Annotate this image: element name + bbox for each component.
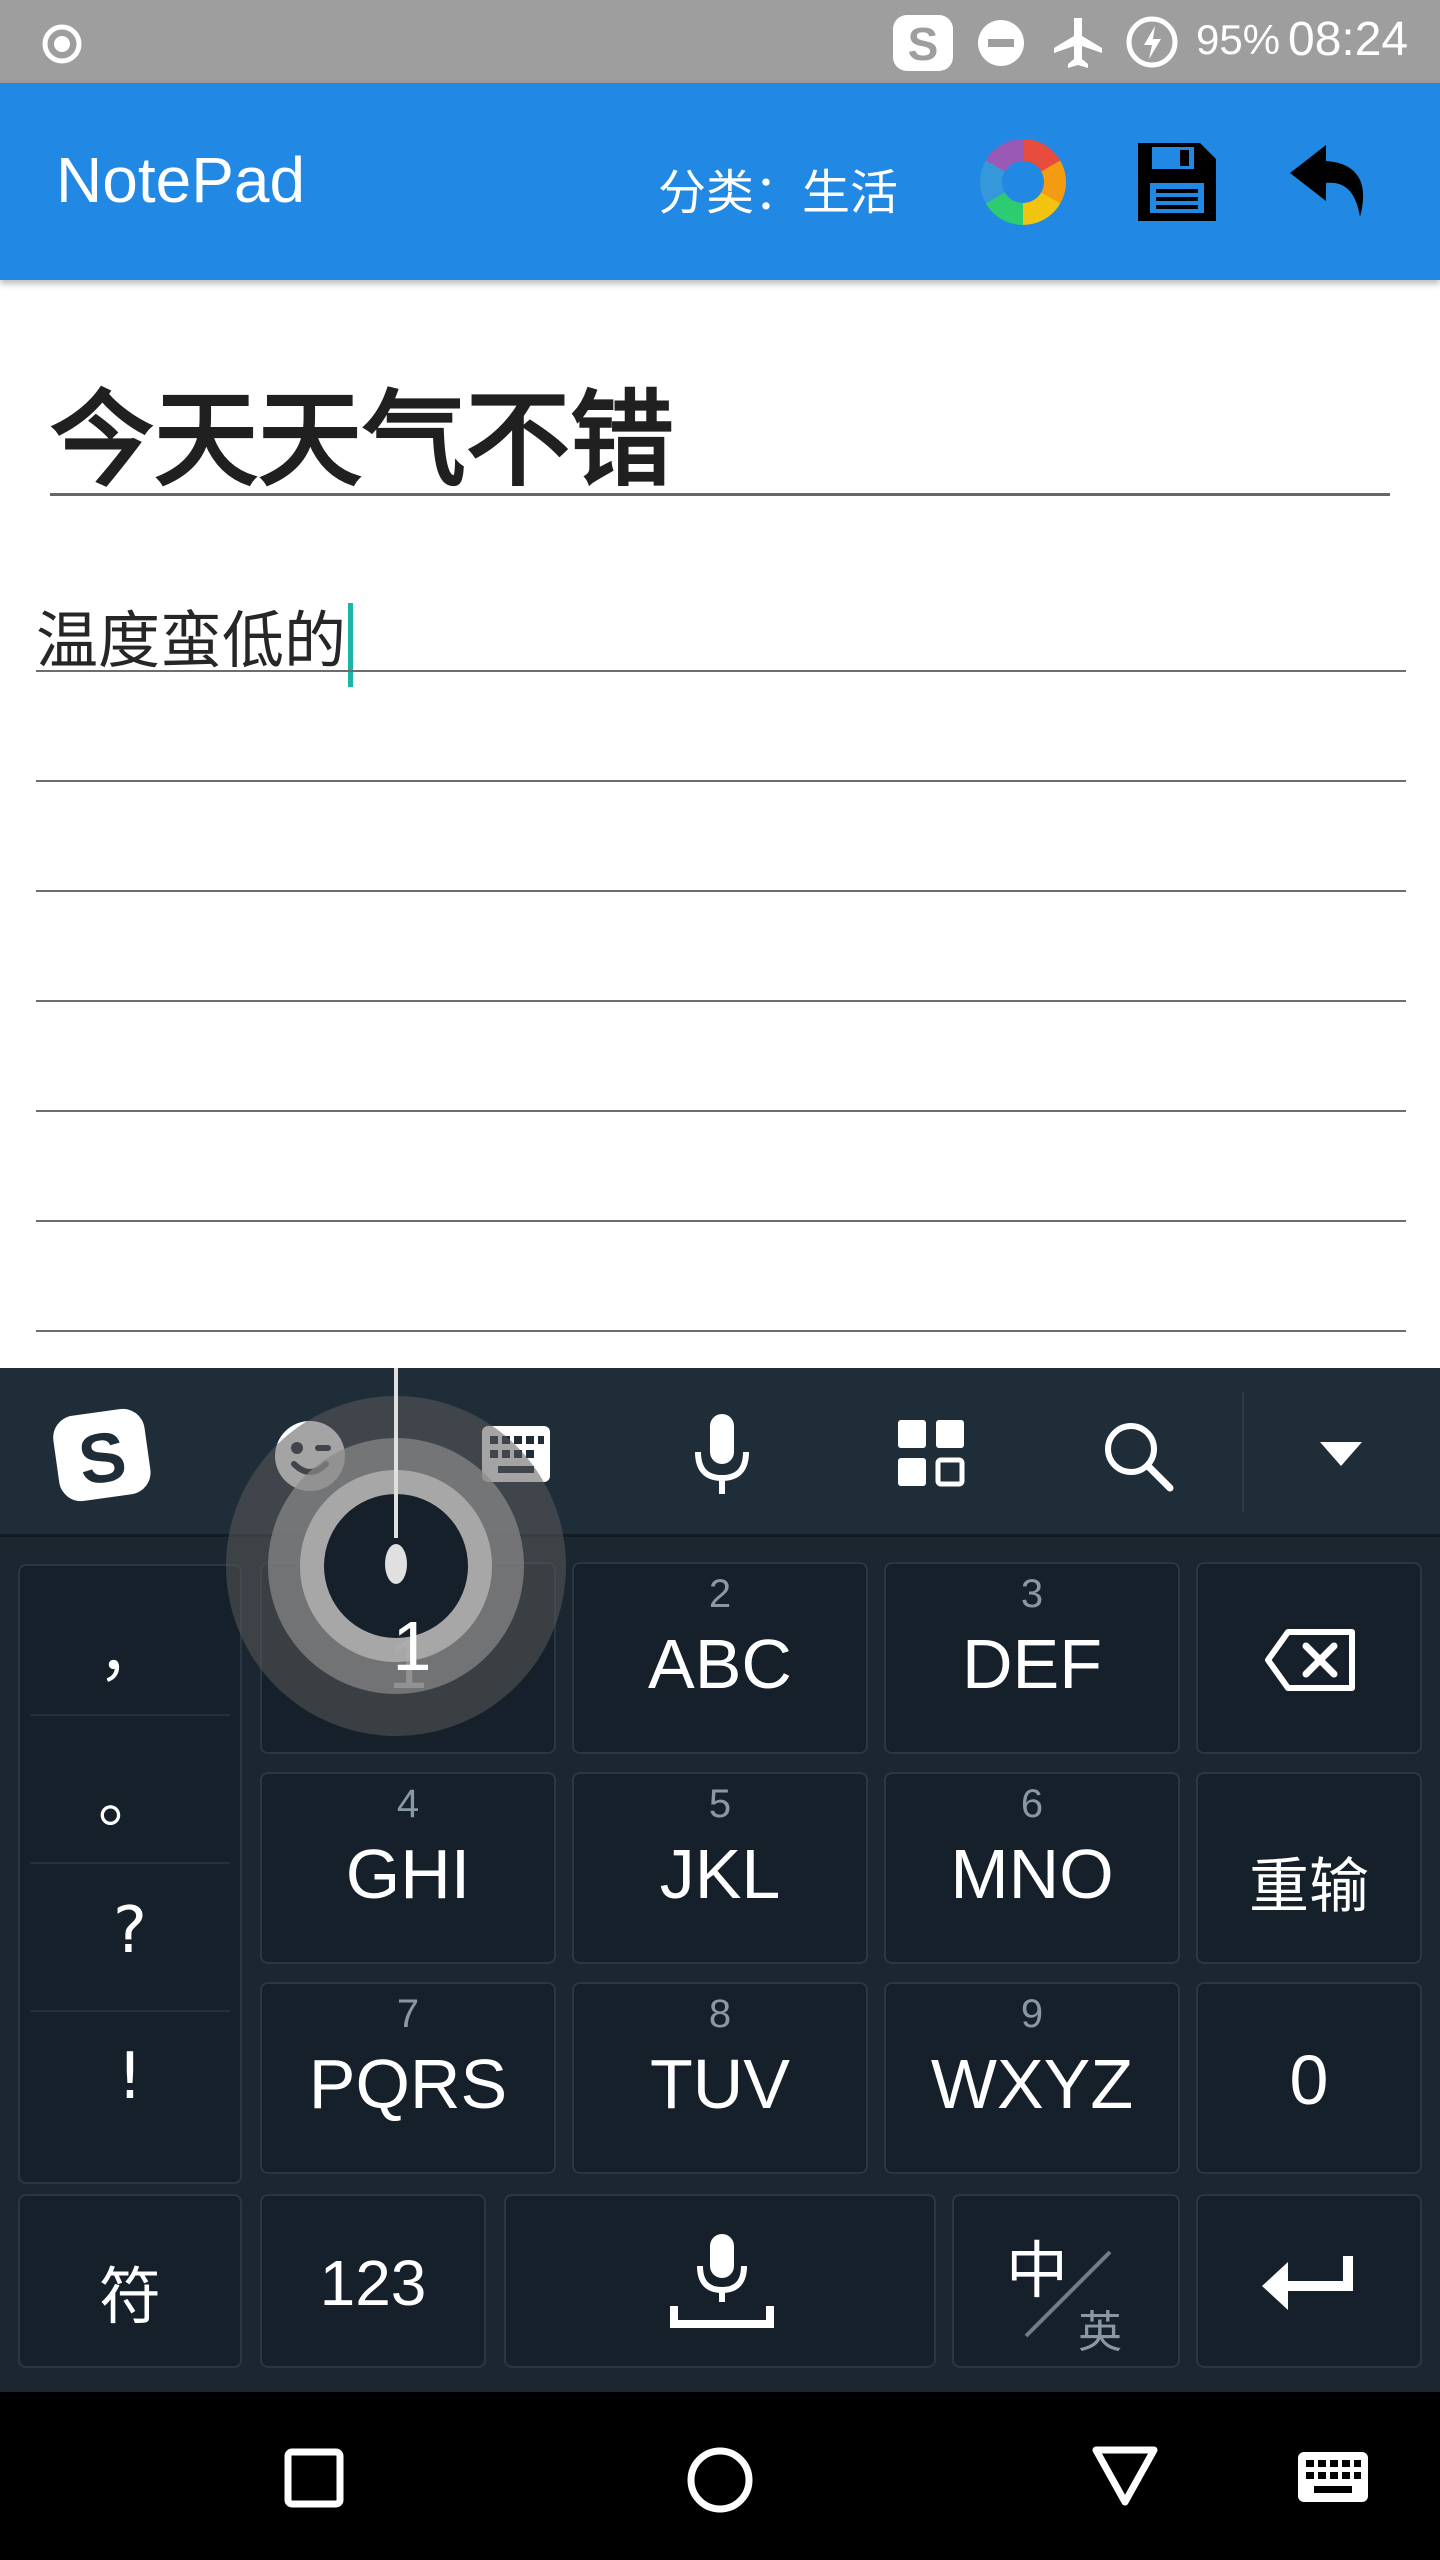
key-sub-label: 9 (1020, 1992, 1044, 2036)
enter-icon (1262, 2256, 1353, 2310)
ruled-line (36, 780, 1406, 782)
note-title-input[interactable]: 今天天气不错 (50, 345, 1390, 501)
language-switch-key[interactable]: 中 英 (952, 2194, 1180, 2368)
punct-comma-key[interactable]: ， (20, 1602, 240, 1694)
app-title: NotePad (56, 144, 306, 216)
key-sub-label: 5 (708, 1782, 732, 1826)
enter-key[interactable] (1196, 2194, 1422, 2368)
collapse-icon[interactable] (1318, 1440, 1364, 1468)
key-main-label: DEF (962, 1625, 1102, 1703)
battery-charging-icon (1126, 16, 1178, 68)
key-sub-label: 3 (1020, 1572, 1044, 1616)
ruled-line (36, 1220, 1406, 1222)
apps-icon[interactable] (896, 1418, 968, 1490)
sogou-icon: S (893, 15, 953, 71)
search-icon[interactable] (1100, 1418, 1176, 1494)
key-sub-label: 4 (396, 1782, 420, 1826)
key-tuv[interactable]: 8 TUV (572, 1982, 868, 2174)
key-main-label: 0 (1289, 2041, 1329, 2119)
backspace-icon (1265, 1629, 1355, 1691)
key-0[interactable]: 0 (1196, 1982, 1422, 2174)
mic-icon[interactable] (690, 1412, 754, 1500)
key-sub-label: 6 (1020, 1782, 1044, 1826)
key-main-label: PQRS (308, 2045, 508, 2123)
note-title-text: 今天天气不错 (50, 379, 675, 501)
lang-en-label: 英 (1078, 2308, 1122, 2357)
svg-text:S: S (908, 18, 939, 70)
space-mic-icon (670, 2234, 774, 2328)
ruled-line (36, 1330, 1406, 1332)
touch-indicator: 1 (226, 1368, 566, 1736)
ruled-line (36, 670, 1406, 672)
toolbar-divider (1242, 1392, 1244, 1512)
key-main-label: MNO (950, 1835, 1114, 1913)
punct-exclaim-key[interactable]: ! (20, 2040, 240, 2114)
recent-apps-icon[interactable] (284, 2448, 344, 2508)
key-main-label: GHI (345, 1835, 471, 1913)
navigation-bar (0, 2392, 1440, 2560)
numbers-label: 123 (319, 2247, 427, 2319)
backspace-key[interactable] (1196, 1562, 1422, 1754)
color-wheel-icon[interactable] (978, 137, 1068, 227)
ruled-line (36, 1000, 1406, 1002)
clock: 08:24 (1288, 13, 1409, 66)
battery-percentage: 95% (1196, 16, 1281, 63)
back-icon[interactable] (1090, 2444, 1160, 2508)
key-main-label: TUV (650, 2045, 790, 2123)
key-ghi[interactable]: 4 GHI (260, 1772, 556, 1964)
punctuation-column: ， 。 ? ! (18, 1564, 242, 2184)
keyboard-switch-icon[interactable] (1296, 2450, 1370, 2506)
key-pqrs[interactable]: 7 PQRS (260, 1982, 556, 2174)
punct-question-key[interactable]: ? (20, 1894, 240, 1968)
key-mno[interactable]: 6 MNO (884, 1772, 1180, 1964)
pressed-key-label: 1 (393, 1607, 432, 1685)
ruled-line (36, 1110, 1406, 1112)
key-main-label: JKL (659, 1835, 781, 1913)
app-bar: NotePad 分类：生活 (0, 83, 1440, 280)
divider (30, 2010, 230, 2012)
text-caret (348, 602, 354, 687)
ruled-line (36, 890, 1406, 892)
numbers-key[interactable]: 123 (260, 2194, 486, 2368)
save-icon[interactable] (1134, 139, 1220, 225)
key-sub-label: 7 (396, 1992, 420, 2036)
key-main-label: WXYZ (930, 2045, 1134, 2123)
keyboard-toolbar: S (0, 1368, 1440, 1537)
key-jkl[interactable]: 5 JKL (572, 1772, 868, 1964)
key-abc[interactable]: 2 ABC (572, 1562, 868, 1754)
airplane-icon (1054, 18, 1102, 68)
sogou-logo-icon[interactable]: S (50, 1406, 154, 1506)
ime-keyboard: S ， 。 ? ! 2 ABC 3 DEF 4 GHI 5 JKL 6 MNO … (0, 1368, 1440, 2392)
key-main-label: ABC (648, 1625, 792, 1703)
key-def[interactable]: 3 DEF (884, 1562, 1180, 1754)
key-wxyz[interactable]: 9 WXYZ (884, 1982, 1180, 2174)
note-body-content: 温度蛮低的 (36, 604, 347, 677)
dnd-icon (978, 20, 1024, 66)
space-key[interactable] (504, 2194, 936, 2368)
divider (30, 1714, 230, 1716)
record-icon (42, 24, 82, 64)
reinput-key[interactable]: 重输 (1196, 1772, 1422, 1964)
key-sub-label: 8 (708, 1992, 732, 2036)
undo-icon[interactable] (1286, 137, 1376, 227)
symbol-label: 符 (98, 2260, 161, 2333)
symbol-key[interactable]: 符 (18, 2194, 242, 2368)
key-sub-label: 2 (708, 1572, 732, 1616)
note-body-text: 温度蛮低的 (36, 590, 354, 687)
reinput-label: 重输 (1249, 1852, 1369, 1922)
punct-period-key[interactable]: 。 (20, 1748, 240, 1840)
divider (30, 1862, 230, 1864)
status-bar: S 95% 08:24 (0, 0, 1440, 83)
home-icon[interactable] (686, 2446, 754, 2514)
note-body-input[interactable]: 温度蛮低的 (0, 560, 1440, 1340)
category-label[interactable]: 分类：生活 (658, 153, 898, 223)
